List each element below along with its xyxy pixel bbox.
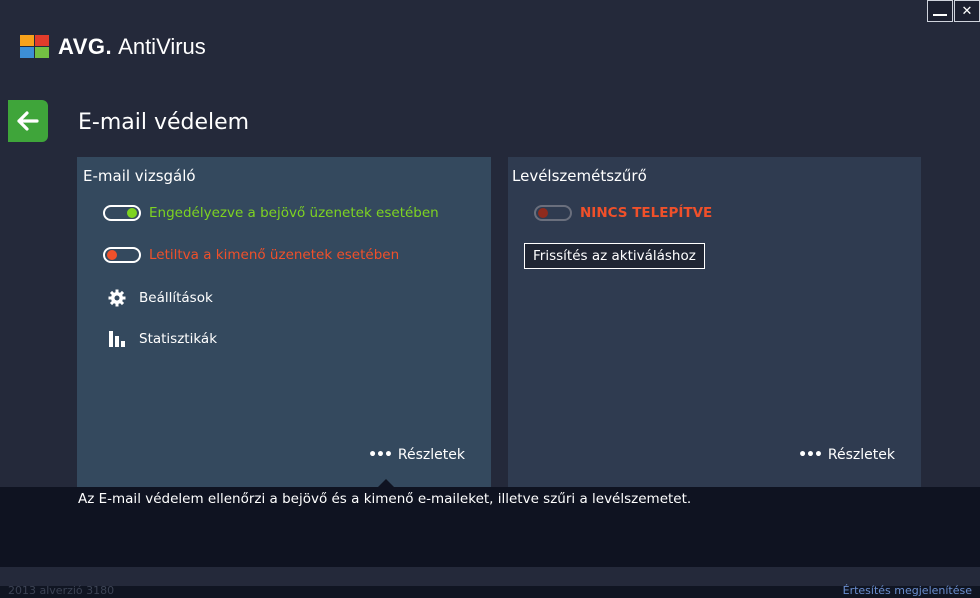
settings-label: Beállítások bbox=[139, 290, 213, 306]
spam-status-row: NINCS TELEPÍTVE bbox=[534, 205, 712, 221]
anti-spam-panel: Levélszemétszűrő NINCS TELEPÍTVE Frissít… bbox=[508, 157, 921, 487]
outgoing-label: Letiltva a kimenő üzenetek esetében bbox=[149, 247, 400, 263]
panel-title: Levélszemétszűrő bbox=[512, 167, 647, 185]
bar-chart-icon bbox=[107, 330, 127, 348]
settings-item[interactable]: Beállítások bbox=[107, 289, 213, 307]
arrow-left-icon bbox=[17, 111, 39, 131]
show-notifications-link[interactable]: Értesítés megjelenítése bbox=[843, 584, 972, 597]
info-pointer bbox=[378, 479, 394, 487]
email-scanner-panel: E-mail vizsgáló Engedélyezve a bejövő üz… bbox=[77, 157, 491, 487]
not-installed-label: NINCS TELEPÍTVE bbox=[580, 205, 713, 221]
close-button[interactable]: ✕ bbox=[954, 0, 980, 22]
incoming-toggle[interactable] bbox=[103, 205, 141, 221]
details-link-right[interactable]: ••• Részletek bbox=[798, 447, 895, 463]
details-link-left[interactable]: ••• Részletek bbox=[368, 447, 465, 463]
more-dots-icon: ••• bbox=[798, 447, 823, 463]
outgoing-toggle-row[interactable]: Letiltva a kimenő üzenetek esetében bbox=[103, 247, 399, 263]
back-button[interactable] bbox=[8, 100, 48, 142]
info-bar: Az E-mail védelem ellenőrzi a bejövő és … bbox=[0, 479, 980, 567]
avg-logo-icon bbox=[20, 35, 49, 58]
footer: 2013 alverzió 3180 Értesítés megjeleníté… bbox=[0, 584, 980, 598]
window-controls: ✕ bbox=[927, 0, 980, 22]
page-title: E-mail védelem bbox=[78, 110, 250, 135]
app-name: AntiVirus bbox=[118, 34, 206, 59]
details-label: Részletek bbox=[827, 447, 895, 463]
upgrade-to-activate-button[interactable]: Frissítés az aktiváláshoz bbox=[524, 243, 705, 269]
gear-icon bbox=[107, 289, 127, 307]
more-dots-icon: ••• bbox=[368, 447, 393, 463]
details-label: Részletek bbox=[397, 447, 465, 463]
minimize-button[interactable] bbox=[927, 0, 953, 22]
statistics-label: Statisztikák bbox=[139, 331, 218, 347]
spam-toggle bbox=[534, 205, 572, 221]
info-text: Az E-mail védelem ellenőrzi a bejövő és … bbox=[78, 491, 692, 507]
outgoing-toggle[interactable] bbox=[103, 247, 141, 263]
version-label: 2013 alverzió 3180 bbox=[8, 584, 115, 597]
app-header: AVG. AntiVirus bbox=[20, 34, 206, 60]
statistics-item[interactable]: Statisztikák bbox=[107, 330, 217, 348]
incoming-label: Engedélyezve a bejövő üzenetek esetében bbox=[149, 205, 439, 221]
panel-title: E-mail vizsgáló bbox=[83, 167, 196, 185]
app-brand: AVG. bbox=[58, 34, 113, 59]
incoming-toggle-row[interactable]: Engedélyezve a bejövő üzenetek esetében bbox=[103, 205, 439, 221]
